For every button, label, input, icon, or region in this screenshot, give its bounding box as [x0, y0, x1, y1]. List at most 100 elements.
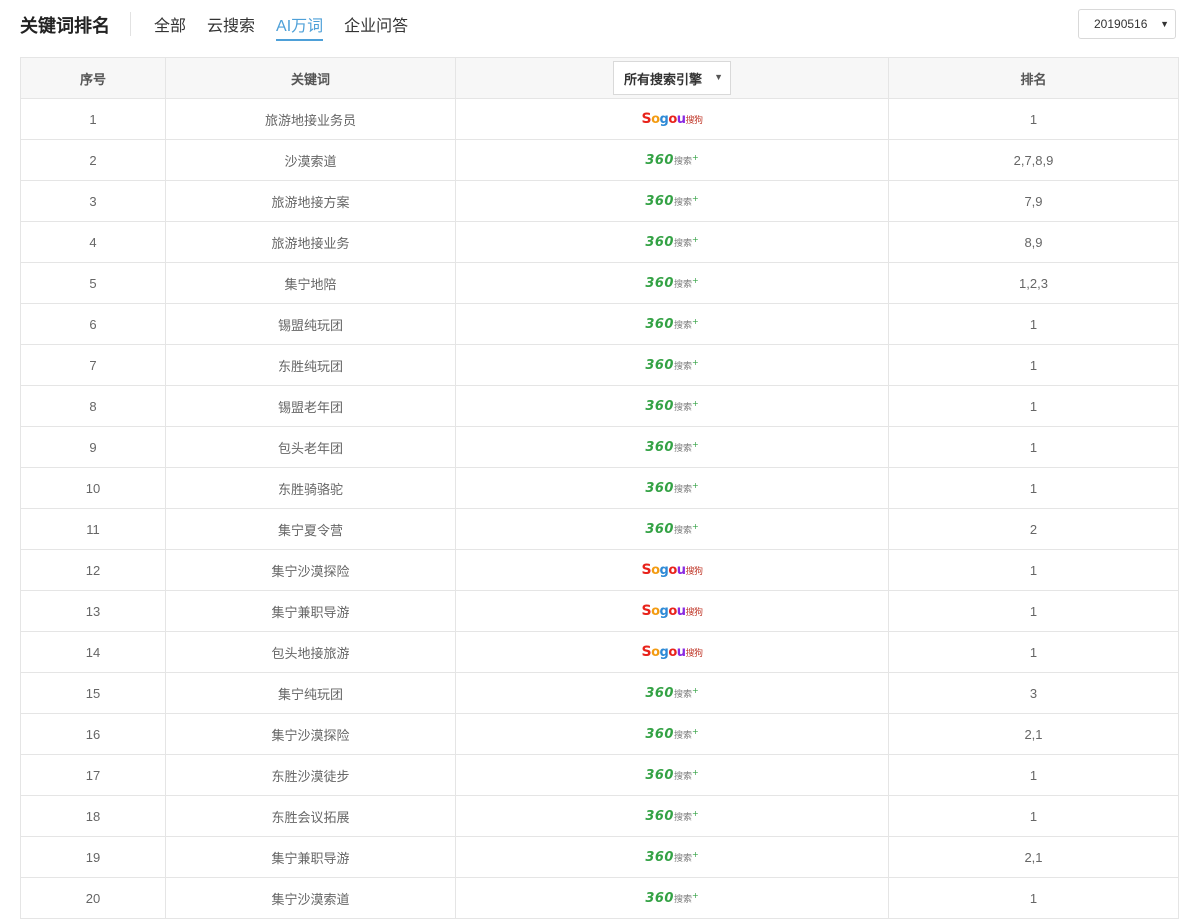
row-keyword: 集宁兼职导游 [165, 590, 456, 632]
360-search-logo: 360搜索+ [645, 358, 699, 374]
column-header-keyword: 关键词 [165, 57, 456, 99]
table-row: 8 锡盟老年团 360搜索+ 1 [20, 385, 1179, 427]
row-engine: 360搜索+ [455, 508, 889, 550]
row-engine: Sogou搜狗 [455, 590, 889, 632]
row-rank: 1 [888, 98, 1179, 140]
row-keyword: 沙漠索道 [165, 139, 456, 181]
row-rank: 7,9 [888, 180, 1179, 222]
360-search-logo: 360搜索+ [645, 317, 699, 333]
row-keyword: 东胜会议拓展 [165, 795, 456, 837]
360-search-logo: 360搜索+ [645, 440, 699, 456]
row-keyword: 锡盟老年团 [165, 385, 456, 427]
row-keyword: 集宁兼职导游 [165, 836, 456, 878]
table-row: 4 旅游地接业务 360搜索+ 8,9 [20, 221, 1179, 263]
row-index: 13 [20, 590, 166, 632]
keyword-ranking-table: 序号 关键词 所有搜索引擎 ▼ 排名 1 旅游地接业务员 Sogou搜狗 1 2 沙漠索道… [20, 57, 1179, 919]
table-row: 1 旅游地接业务员 Sogou搜狗 1 [20, 98, 1179, 140]
row-engine: 360搜索+ [455, 467, 889, 509]
caret-down-icon: ▼ [1160, 19, 1169, 29]
row-index: 8 [20, 385, 166, 427]
row-keyword: 东胜纯玩团 [165, 344, 456, 386]
engine-filter-value: 所有搜索引擎 [624, 71, 703, 87]
row-index: 9 [20, 426, 166, 468]
table-header-row: 序号 关键词 所有搜索引擎 ▼ 排名 [20, 57, 1179, 99]
row-keyword: 集宁夏令营 [165, 508, 456, 550]
page-title: 关键词排名 [20, 16, 110, 36]
row-rank: 1 [888, 303, 1179, 345]
row-engine: 360搜索+ [455, 672, 889, 714]
tab-ai-keywords[interactable]: AI万词 [276, 12, 324, 41]
row-keyword: 集宁沙漠探险 [165, 549, 456, 591]
row-index: 18 [20, 795, 166, 837]
tab-enterprise-qa[interactable]: 企业问答 [344, 12, 408, 41]
row-keyword: 旅游地接业务 [165, 221, 456, 263]
row-index: 16 [20, 713, 166, 755]
row-engine: 360搜索+ [455, 754, 889, 796]
row-engine: 360搜索+ [455, 795, 889, 837]
row-engine: 360搜索+ [455, 344, 889, 386]
row-keyword: 包头地接旅游 [165, 631, 456, 673]
360-search-logo: 360搜索+ [645, 522, 699, 538]
row-keyword: 集宁地陪 [165, 262, 456, 304]
row-keyword: 东胜沙漠徒步 [165, 754, 456, 796]
column-header-engine: 所有搜索引擎 ▼ [455, 57, 889, 99]
row-engine: 360搜索+ [455, 836, 889, 878]
row-rank: 1 [888, 631, 1179, 673]
row-index: 11 [20, 508, 166, 550]
360-search-logo: 360搜索+ [645, 481, 699, 497]
tab-bar: 全部 云搜索 AI万词 企业问答 [154, 12, 429, 41]
360-search-logo: 360搜索+ [645, 686, 699, 702]
table-row: 16 集宁沙漠探险 360搜索+ 2,1 [20, 713, 1179, 755]
table-row: 3 旅游地接方案 360搜索+ 7,9 [20, 180, 1179, 222]
row-index: 6 [20, 303, 166, 345]
tab-all[interactable]: 全部 [154, 12, 186, 41]
row-index: 19 [20, 836, 166, 878]
row-rank: 2,1 [888, 713, 1179, 755]
sogou-logo: Sogou搜狗 [641, 111, 703, 128]
tab-cloud-search[interactable]: 云搜索 [207, 12, 255, 41]
table-row: 13 集宁兼职导游 Sogou搜狗 1 [20, 590, 1179, 632]
row-index: 17 [20, 754, 166, 796]
row-keyword: 旅游地接方案 [165, 180, 456, 222]
table-body: 1 旅游地接业务员 Sogou搜狗 1 2 沙漠索道 360搜索+ 2,7,8,9 3 旅游地接方… [20, 98, 1179, 919]
date-select[interactable]: 20190516 ▼ [1078, 9, 1176, 39]
row-rank: 8,9 [888, 221, 1179, 263]
row-index: 14 [20, 631, 166, 673]
table-row: 14 包头地接旅游 Sogou搜狗 1 [20, 631, 1179, 673]
table-row: 6 锡盟纯玩团 360搜索+ 1 [20, 303, 1179, 345]
row-rank: 3 [888, 672, 1179, 714]
row-index: 20 [20, 877, 166, 919]
row-index: 1 [20, 98, 166, 140]
table-row: 19 集宁兼职导游 360搜索+ 2,1 [20, 836, 1179, 878]
row-index: 12 [20, 549, 166, 591]
title-divider [130, 12, 131, 36]
360-search-logo: 360搜索+ [645, 891, 699, 907]
row-engine: Sogou搜狗 [455, 631, 889, 673]
engine-filter-select[interactable]: 所有搜索引擎 ▼ [613, 61, 731, 95]
360-search-logo: 360搜索+ [645, 809, 699, 825]
date-select-value: 20190516 [1094, 17, 1148, 31]
table-row: 17 东胜沙漠徒步 360搜索+ 1 [20, 754, 1179, 796]
row-rank: 1 [888, 385, 1179, 427]
row-engine: 360搜索+ [455, 713, 889, 755]
column-header-rank: 排名 [888, 57, 1179, 99]
row-rank: 2,7,8,9 [888, 139, 1179, 181]
row-engine: Sogou搜狗 [455, 549, 889, 591]
row-keyword: 集宁纯玩团 [165, 672, 456, 714]
caret-down-icon: ▼ [714, 72, 723, 82]
row-keyword: 旅游地接业务员 [165, 98, 456, 140]
row-engine: 360搜索+ [455, 385, 889, 427]
row-rank: 1 [888, 344, 1179, 386]
row-engine: 360搜索+ [455, 139, 889, 181]
row-engine: 360搜索+ [455, 877, 889, 919]
row-rank: 2 [888, 508, 1179, 550]
row-rank: 1 [888, 467, 1179, 509]
top-bar: 关键词排名 全部 云搜索 AI万词 企业问答 20190516 ▼ [0, 0, 1186, 57]
row-engine: 360搜索+ [455, 426, 889, 468]
360-search-logo: 360搜索+ [645, 768, 699, 784]
row-engine: 360搜索+ [455, 303, 889, 345]
row-index: 7 [20, 344, 166, 386]
360-search-logo: 360搜索+ [645, 194, 699, 210]
row-keyword: 集宁沙漠探险 [165, 713, 456, 755]
table-row: 7 东胜纯玩团 360搜索+ 1 [20, 344, 1179, 386]
